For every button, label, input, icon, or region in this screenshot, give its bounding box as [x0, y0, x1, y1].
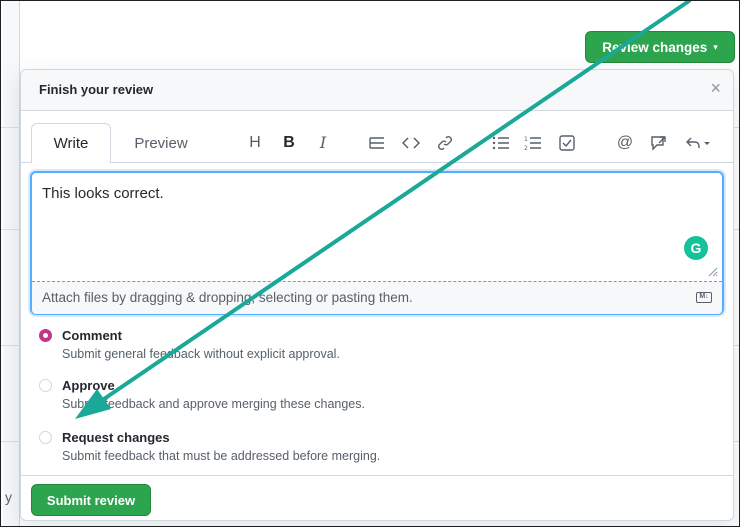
unordered-list-icon[interactable]	[491, 131, 511, 155]
dialog-footer: Submit review	[21, 475, 733, 520]
option-title: Request changes	[62, 430, 170, 445]
dialog-header: Finish your review ×	[21, 70, 733, 111]
grammarly-icon[interactable]: G	[684, 236, 708, 260]
close-icon[interactable]: ×	[710, 78, 721, 99]
review-changes-button[interactable]: Review changes ▾	[585, 31, 735, 63]
option-description: Submit feedback that must be addressed b…	[62, 449, 381, 463]
quote-icon[interactable]	[367, 131, 387, 155]
svg-text:2: 2	[524, 145, 528, 151]
link-icon[interactable]	[435, 131, 455, 155]
review-changes-label: Review changes	[602, 39, 708, 55]
radio-comment[interactable]	[39, 329, 52, 342]
tab-write[interactable]: Write	[31, 123, 111, 163]
toolbar-divider	[21, 162, 733, 163]
ordered-list-icon[interactable]: 12	[523, 131, 543, 155]
task-list-icon[interactable]	[557, 131, 577, 155]
editor-toolbar-row: Write Preview H B I 12 @	[21, 111, 733, 163]
mention-icon[interactable]: @	[615, 131, 635, 155]
tab-write-label: Write	[53, 135, 89, 152]
resize-handle-icon[interactable]	[706, 265, 718, 277]
chevron-down-icon: ▾	[713, 41, 718, 52]
cross-reference-icon[interactable]	[649, 131, 669, 155]
svg-text:1: 1	[524, 136, 528, 143]
radio-approve[interactable]	[39, 379, 52, 392]
comment-text[interactable]: This looks correct.	[42, 185, 164, 202]
submit-review-label: Submit review	[46, 492, 136, 508]
tab-preview[interactable]: Preview	[119, 123, 203, 163]
option-title: Comment	[62, 328, 122, 343]
option-description: Submit general feedback without explicit…	[62, 347, 340, 361]
code-icon[interactable]	[401, 131, 421, 155]
option-title: Approve	[62, 378, 115, 393]
option-description: Submit feedback and approve merging thes…	[62, 397, 365, 411]
tab-preview-label: Preview	[134, 134, 188, 152]
dialog-title: Finish your review	[39, 82, 154, 97]
heading-icon[interactable]: H	[245, 131, 265, 155]
bold-icon[interactable]: B	[279, 131, 299, 155]
submit-review-button[interactable]: Submit review	[31, 484, 151, 516]
page-frame: Review changes ▾ Finish your review × Wr…	[0, 0, 740, 527]
attach-files-text: Attach files by dragging & dropping, sel…	[42, 290, 413, 305]
background-text-fragment: y	[5, 489, 12, 505]
italic-icon[interactable]: I	[313, 131, 333, 155]
attach-files-bar[interactable]: Attach files by dragging & dropping, sel…	[32, 281, 722, 314]
background-diff-gutter	[3, 1, 20, 526]
finish-review-dialog: Finish your review × Write Preview H B I	[20, 69, 734, 521]
reply-icon[interactable]	[685, 131, 711, 155]
radio-request-changes[interactable]	[39, 431, 52, 444]
markdown-icon[interactable]: M↓	[696, 292, 712, 303]
comment-textarea[interactable]: This looks correct. G Attach files by dr…	[30, 171, 724, 315]
